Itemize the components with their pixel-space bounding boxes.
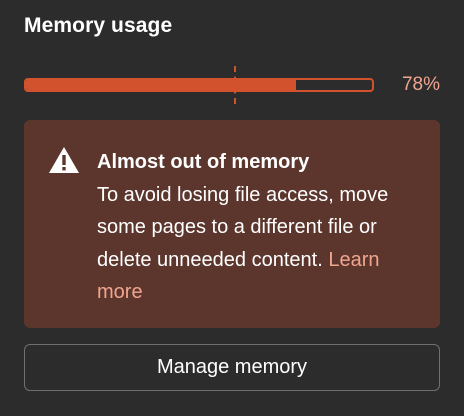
usage-percent: 78%: [401, 74, 440, 95]
manage-memory-button[interactable]: Manage memory: [24, 344, 440, 391]
panel-title: Memory usage: [24, 14, 173, 37]
usage-bar-track: [24, 78, 374, 92]
alert-message: Almost out of memory To avoid losing fil…: [97, 146, 427, 309]
usage-threshold-marker: [234, 66, 236, 104]
memory-usage-panel: Memory usage 78% Almost out of memory To…: [0, 0, 464, 416]
memory-usage-meter: 78%: [24, 66, 440, 106]
alert-heading: Almost out of memory: [97, 151, 310, 173]
usage-bar-fill: [26, 80, 296, 90]
memory-warning-alert: Almost out of memory To avoid losing fil…: [24, 120, 440, 328]
warning-icon: [49, 147, 79, 173]
